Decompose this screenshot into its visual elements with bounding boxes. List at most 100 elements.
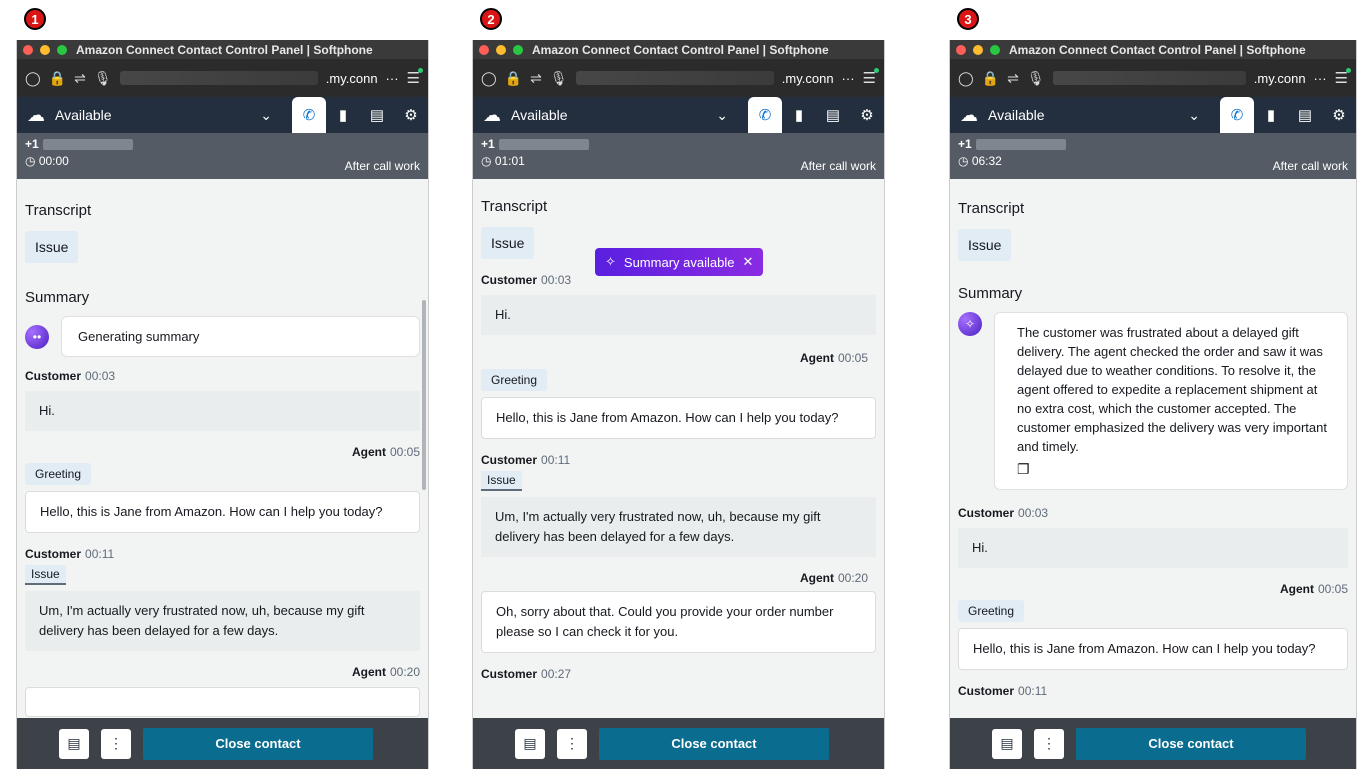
speaker-agent: Agent 00:05: [351, 445, 420, 459]
summary-title: Summary: [958, 285, 1023, 302]
issue-chip[interactable]: Issue: [25, 231, 79, 263]
url-bar[interactable]: ◯ 🔒 ⇌ 🎙 .my.conn ··· ☰: [950, 59, 1356, 97]
customer-message: Um, I'm actually very frustrated now, uh…: [481, 497, 876, 557]
chat-tab[interactable]: ▮: [1254, 97, 1288, 133]
url-text: .my.conn: [325, 70, 378, 86]
toast-text: Summary available: [623, 254, 735, 270]
phone-tab[interactable]: ✆: [748, 97, 782, 133]
agent-status-label[interactable]: Available: [988, 107, 1045, 123]
close-contact-button[interactable]: Close contact: [599, 727, 829, 760]
task-tab[interactable]: ▤: [360, 97, 394, 133]
clock-icon: ◷: [25, 154, 36, 168]
greeting-tag[interactable]: Greeting: [481, 369, 548, 391]
close-window-button[interactable]: [956, 44, 966, 55]
extension-icon[interactable]: ☰: [863, 68, 880, 87]
sparkle-icon: ✧: [605, 254, 616, 269]
transcript-title: Transcript: [958, 200, 1025, 217]
ccp-panel-3: Amazon Connect Contact Control Panel | S…: [949, 40, 1357, 769]
chat-tab[interactable]: ▮: [782, 97, 816, 133]
summary-title: Summary: [25, 289, 90, 306]
quick-connect-button[interactable]: ▤: [515, 728, 545, 759]
lock-icon: 🔒: [504, 69, 523, 86]
url-more-icon[interactable]: ···: [842, 71, 855, 86]
phone-redacted: [975, 138, 1066, 150]
ai-sparkle-icon: ✧: [958, 312, 982, 336]
url-redacted: [119, 71, 318, 85]
close-contact-button[interactable]: Close contact: [143, 727, 373, 760]
window-title: Amazon Connect Contact Control Panel | S…: [1009, 42, 1306, 57]
after-call-work-label: After call work: [1272, 159, 1348, 173]
minimize-window-button[interactable]: [973, 44, 983, 55]
speaker-customer: Customer 00:27: [481, 667, 572, 681]
shield-icon: ◯: [958, 69, 974, 86]
window-titlebar: Amazon Connect Contact Control Panel | S…: [17, 40, 428, 59]
url-bar[interactable]: ◯ 🔒 ⇌ 🎙 .my.conn ··· ☰: [17, 59, 428, 97]
agent-status-bar: ☁ Available ⌄ ✆ ▮ ▤ ⚙: [473, 97, 884, 133]
more-options-button[interactable]: ⋮: [101, 728, 131, 759]
ccp-panel-1: Amazon Connect Contact Control Panel | S…: [16, 40, 429, 769]
clock-icon: ◷: [958, 154, 969, 168]
issue-chip[interactable]: Issue: [958, 229, 1012, 261]
phone-prefix: +1: [958, 137, 972, 151]
task-tab[interactable]: ▤: [1288, 97, 1322, 133]
agent-message: Hello, this is Jane from Amazon. How can…: [25, 491, 420, 533]
call-timer: 00:00: [38, 154, 69, 168]
lock-icon: 🔒: [981, 69, 1000, 86]
extension-icon[interactable]: ☰: [407, 68, 424, 87]
url-more-icon[interactable]: ···: [386, 71, 399, 86]
close-window-button[interactable]: [479, 44, 489, 55]
more-options-button[interactable]: ⋮: [1034, 728, 1064, 759]
greeting-tag[interactable]: Greeting: [25, 463, 92, 485]
microphone-icon[interactable]: 🎙: [550, 70, 568, 87]
close-contact-button[interactable]: Close contact: [1076, 727, 1306, 760]
quick-connect-button[interactable]: ▤: [59, 728, 89, 759]
permissions-icon[interactable]: ⇌: [530, 70, 542, 87]
minimize-window-button[interactable]: [40, 44, 50, 55]
maximize-window-button[interactable]: [990, 44, 1000, 55]
customer-message: Hi.: [481, 295, 876, 335]
microphone-icon[interactable]: 🎙: [1027, 70, 1045, 87]
chevron-down-icon[interactable]: ⌄: [1188, 107, 1200, 124]
contact-info-bar: +1 ◷ 01:01 After call work: [473, 133, 884, 179]
summary-available-toast[interactable]: ✧ Summary available ✕: [595, 248, 764, 276]
maximize-window-button[interactable]: [513, 44, 523, 55]
chevron-down-icon[interactable]: ⌄: [716, 107, 728, 124]
issue-tag[interactable]: Issue: [25, 565, 66, 585]
permissions-icon[interactable]: ⇌: [74, 70, 86, 87]
chat-tab[interactable]: ▮: [326, 97, 360, 133]
chevron-down-icon[interactable]: ⌄: [260, 107, 272, 124]
url-text: .my.conn: [781, 70, 834, 86]
issue-tag[interactable]: Issue: [481, 471, 522, 491]
microphone-icon[interactable]: 🎙: [94, 70, 112, 87]
phone-tab[interactable]: ✆: [1220, 97, 1254, 133]
phone-redacted: [42, 138, 133, 150]
phone-tab[interactable]: ✆: [292, 97, 326, 133]
more-options-button[interactable]: ⋮: [557, 728, 587, 759]
settings-gear-icon[interactable]: ⚙: [394, 97, 428, 133]
issue-chip[interactable]: Issue: [481, 227, 535, 259]
permissions-icon[interactable]: ⇌: [1007, 70, 1019, 87]
greeting-tag[interactable]: Greeting: [958, 600, 1025, 622]
scrollbar[interactable]: [422, 300, 426, 490]
url-more-icon[interactable]: ···: [1314, 71, 1327, 86]
minimize-window-button[interactable]: [496, 44, 506, 55]
maximize-window-button[interactable]: [57, 44, 67, 55]
settings-gear-icon[interactable]: ⚙: [850, 97, 884, 133]
close-window-button[interactable]: [23, 44, 33, 55]
footer-bar: ▤ ⋮ Close contact: [473, 718, 884, 769]
agent-status-icon: ☁: [483, 104, 501, 125]
quick-connect-button[interactable]: ▤: [992, 728, 1022, 759]
extension-icon[interactable]: ☰: [1335, 68, 1352, 87]
task-tab[interactable]: ▤: [816, 97, 850, 133]
window-title: Amazon Connect Contact Control Panel | S…: [76, 42, 373, 57]
settings-gear-icon[interactable]: ⚙: [1322, 97, 1356, 133]
agent-status-icon: ☁: [27, 104, 45, 125]
agent-status-label[interactable]: Available: [55, 107, 112, 123]
close-icon[interactable]: ✕: [742, 254, 753, 270]
url-bar[interactable]: ◯ 🔒 ⇌ 🎙 .my.conn ··· ☰: [473, 59, 884, 97]
ai-generating-icon: ••: [25, 324, 49, 349]
agent-status-label[interactable]: Available: [511, 107, 568, 123]
copy-icon[interactable]: ❐: [1017, 460, 1333, 479]
speaker-customer: Customer 00:03: [25, 369, 116, 383]
agent-message: Hello, this is Jane from Amazon. How can…: [958, 628, 1348, 670]
